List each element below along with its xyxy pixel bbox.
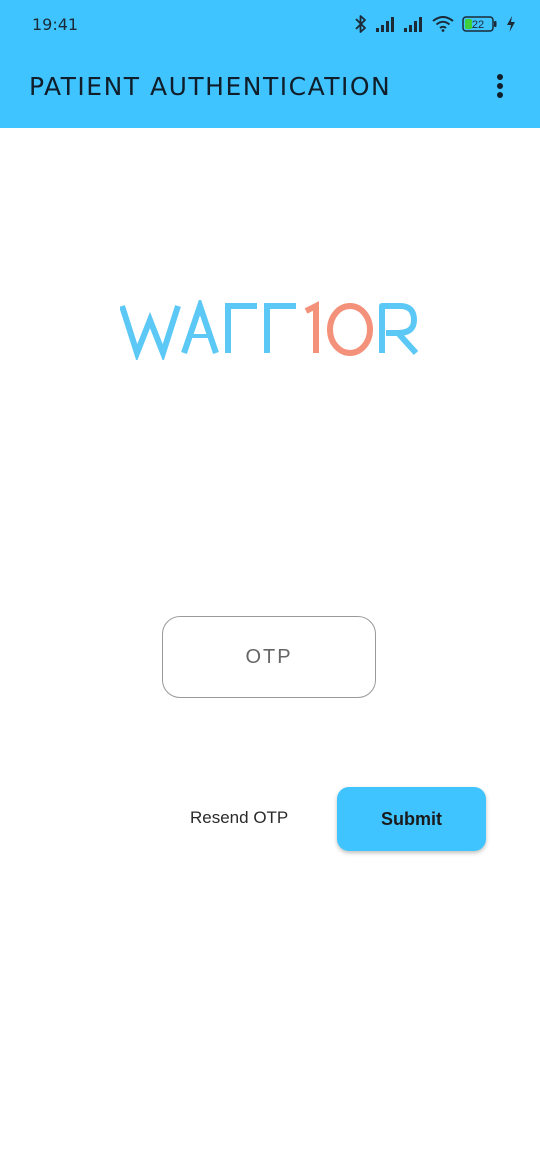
signal-icon (404, 17, 422, 32)
app-bar: 19:41 22 PATIENT AUTHENTICATION (0, 0, 540, 128)
page-title: PATIENT AUTHENTICATION (29, 72, 392, 101)
charging-icon (507, 16, 515, 32)
more-vert-icon (497, 74, 503, 98)
status-time: 19:41 (32, 15, 79, 34)
signal-icon (376, 17, 394, 32)
battery-icon: 22 (462, 16, 497, 32)
wifi-icon (432, 16, 454, 32)
more-options-button[interactable] (484, 70, 516, 102)
submit-button[interactable]: Submit (337, 787, 486, 851)
svg-text:22: 22 (472, 19, 484, 31)
status-icons: 22 (354, 13, 516, 35)
bluetooth-icon (355, 15, 366, 33)
resend-otp-link[interactable]: Resend OTP (190, 808, 288, 828)
status-bar: 19:41 22 (0, 0, 540, 50)
otp-input[interactable] (177, 644, 361, 670)
otp-field[interactable] (162, 616, 376, 698)
warrior-logo (119, 296, 419, 362)
